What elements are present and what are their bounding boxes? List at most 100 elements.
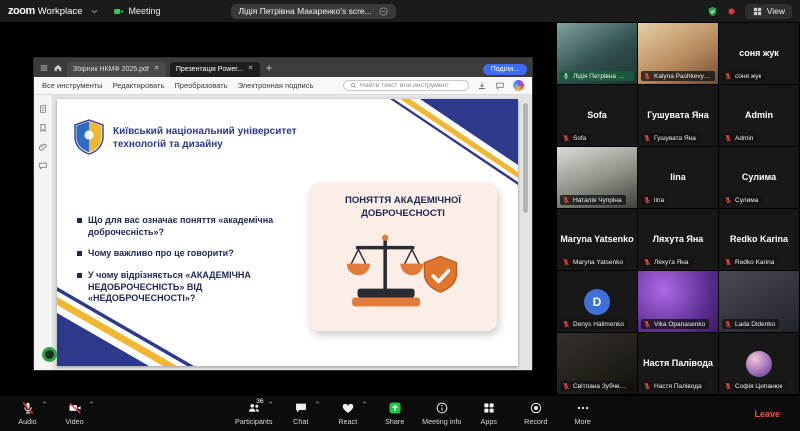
bullet-text: Що для вас означає поняття «академічна д… [88, 215, 309, 238]
document-tab-active[interactable]: Презентація Power... [170, 62, 260, 77]
view-button[interactable]: View [745, 4, 792, 19]
caret-up-icon[interactable] [267, 399, 274, 406]
tab-meeting[interactable]: Meeting [107, 0, 166, 22]
participant-name: Наталія Чупріна [573, 197, 622, 204]
participant-tile[interactable]: SofaSofa [557, 85, 637, 146]
caret-up-icon[interactable] [41, 399, 48, 406]
participant-tile[interactable]: Maryna YatsenkoMaryna Yatsenko [557, 209, 637, 270]
search-placeholder: Найти текст или инструмент [360, 82, 449, 89]
toolbar-record-button[interactable]: Record [512, 396, 559, 431]
document-tab-title: Збірник НКМФ 2025.pdf [73, 66, 149, 73]
acrobat-window: Збірник НКМФ 2025.pdf Презентація Power.… [34, 58, 532, 370]
participant-display-name: Maryna Yatsenko [560, 234, 633, 245]
document-scrollbar[interactable] [523, 103, 528, 213]
participant-tile[interactable]: Kalyna Pashkevych [638, 23, 718, 84]
acrobat-menu-icon[interactable] [39, 63, 49, 73]
toolbar-apps-button[interactable]: Apps [465, 396, 512, 431]
integrity-card: ПОНЯТТЯ АКАДЕМІЧНОЇ ДОБРОЧЕСНОСТІ [309, 183, 497, 331]
participant-name: Kalyna Pashkevych [654, 73, 711, 80]
participant-display-name: lina [670, 172, 686, 183]
caret-up-icon[interactable] [361, 399, 368, 406]
security-shield-icon[interactable] [707, 6, 718, 17]
slide-bullet-list: Що для вас означає поняття «академічна д… [77, 215, 309, 305]
participant-tile[interactable]: СулимаСулима [719, 147, 799, 208]
toolbar-more-button[interactable]: More [559, 396, 606, 431]
participant-tile[interactable]: Redko KarinaRedko Karina [719, 209, 799, 270]
meeting-camera-icon [113, 6, 124, 17]
workplace-logo-text: Workplace [38, 6, 83, 17]
toolbar-button-label: More [575, 417, 591, 426]
acrobat-home-icon[interactable] [53, 63, 63, 73]
toolbar-button-label: Record [524, 417, 547, 426]
participant-display-name: Admin [745, 110, 773, 121]
participant-name-label: Наталія Чупріна [560, 195, 626, 205]
participant-tile[interactable]: Vika Opanasenko [638, 271, 718, 332]
close-tab-icon[interactable] [247, 64, 254, 71]
muted-mic-icon [562, 320, 570, 328]
download-icon[interactable] [477, 81, 487, 91]
muted-mic-icon [643, 134, 651, 142]
participant-name-label: Ляхута Яна [641, 257, 693, 267]
participant-tile[interactable]: соня жуксоня жук [719, 23, 799, 84]
toolbar-participants-button[interactable]: Participants36 [230, 396, 277, 431]
acrobat-share-button[interactable]: Поділи... [483, 64, 527, 75]
acrobat-menu-item[interactable]: Все инструменты [42, 81, 103, 90]
participant-tile[interactable]: Софія Ципанюк [719, 333, 799, 394]
participant-tile[interactable]: Lada Didenko [719, 271, 799, 332]
slide-bullet: У чому відрізняється «АКАДЕМІЧНА НЕДОБРО… [77, 270, 309, 305]
muted-mic-icon [643, 382, 651, 390]
university-name-line2: технологій та дизайну [113, 138, 343, 151]
caret-up-icon[interactable] [88, 399, 95, 406]
acrobat-search-box[interactable]: Найти текст или инструмент [343, 80, 469, 91]
participant-name: Лідія Петрівна Макаренко [573, 73, 630, 80]
toolbar-meeting-info-button[interactable]: Meeting info [418, 396, 465, 431]
comment-icon[interactable] [495, 81, 505, 91]
participant-tile[interactable]: Ляхута ЯнаЛяхута Яна [638, 209, 718, 270]
participant-name: Admin [735, 135, 753, 142]
toolbar-video-button[interactable]: Video [51, 396, 98, 431]
bookmarks-icon[interactable] [38, 123, 48, 133]
bullet-square-icon [77, 273, 82, 278]
muted-mic-icon [562, 196, 570, 204]
acrobat-menu-item[interactable]: Электронная подпись [238, 81, 314, 90]
page-thumbnails-icon[interactable] [38, 104, 48, 114]
close-tab-icon[interactable] [153, 64, 160, 71]
participant-tile[interactable]: Наталія Чупріна [557, 147, 637, 208]
comments-icon[interactable] [38, 161, 48, 171]
acrobat-tab-bar: Збірник НКМФ 2025.pdf Презентація Power.… [34, 58, 532, 77]
minus-circle-icon[interactable] [378, 6, 389, 17]
toolbar-react-button[interactable]: React [324, 396, 371, 431]
participant-tile[interactable]: Світлана Зубченко [557, 333, 637, 394]
participant-display-name: соня жук [739, 48, 779, 59]
participant-tile[interactable]: Admin Admin [719, 85, 799, 146]
assistant-fab-button[interactable] [42, 347, 57, 362]
toolbar-chat-button[interactable]: Chat [277, 396, 324, 431]
toolbar-button-label: Chat [293, 417, 308, 426]
meeting-tab-label: Meeting [128, 6, 160, 16]
attachments-icon[interactable] [38, 142, 48, 152]
avatar-letter: D [584, 289, 610, 315]
zoom-top-bar: zoom Workplace Meeting Лідія Петрівна Ма… [0, 0, 800, 22]
zoom-app-window: zoom Workplace Meeting Лідія Петрівна Ма… [0, 0, 800, 431]
muted-mic-icon [643, 196, 651, 204]
participant-tile[interactable]: Лідія Петрівна Макаренко [557, 23, 637, 84]
acrobat-menu-item[interactable]: Преобразовать [174, 81, 227, 90]
participant-tile[interactable]: Гушувата ЯнаГушувата Яна [638, 85, 718, 146]
tab-screen-share[interactable]: Лідія Петрівна Макаренко's scre... [231, 4, 395, 19]
muted-mic-icon [643, 258, 651, 266]
acrobat-menu-item[interactable]: Редактировать [113, 81, 165, 90]
caret-up-icon[interactable] [314, 399, 321, 406]
leave-button[interactable]: Leave [738, 409, 796, 419]
toolbar-audio-button[interactable]: Audio [4, 396, 51, 431]
participant-name: Sofa [573, 135, 586, 142]
participant-tile[interactable]: DDenys Halimenko [557, 271, 637, 332]
ai-assistant-icon[interactable] [513, 80, 524, 91]
document-tab[interactable]: Збірник НКМФ 2025.pdf [67, 62, 166, 77]
new-tab-icon[interactable] [264, 63, 274, 73]
slide-bullet: Чому важливо про це говорити? [77, 248, 309, 260]
participant-tile[interactable]: Настя ПаліводаНастя Палівода [638, 333, 718, 394]
workspace-chevron-icon[interactable] [89, 6, 100, 17]
toolbar-share-button[interactable]: Share [371, 396, 418, 431]
bullet-text: Чому важливо про це говорити? [88, 248, 234, 260]
participant-tile[interactable]: linalina [638, 147, 718, 208]
